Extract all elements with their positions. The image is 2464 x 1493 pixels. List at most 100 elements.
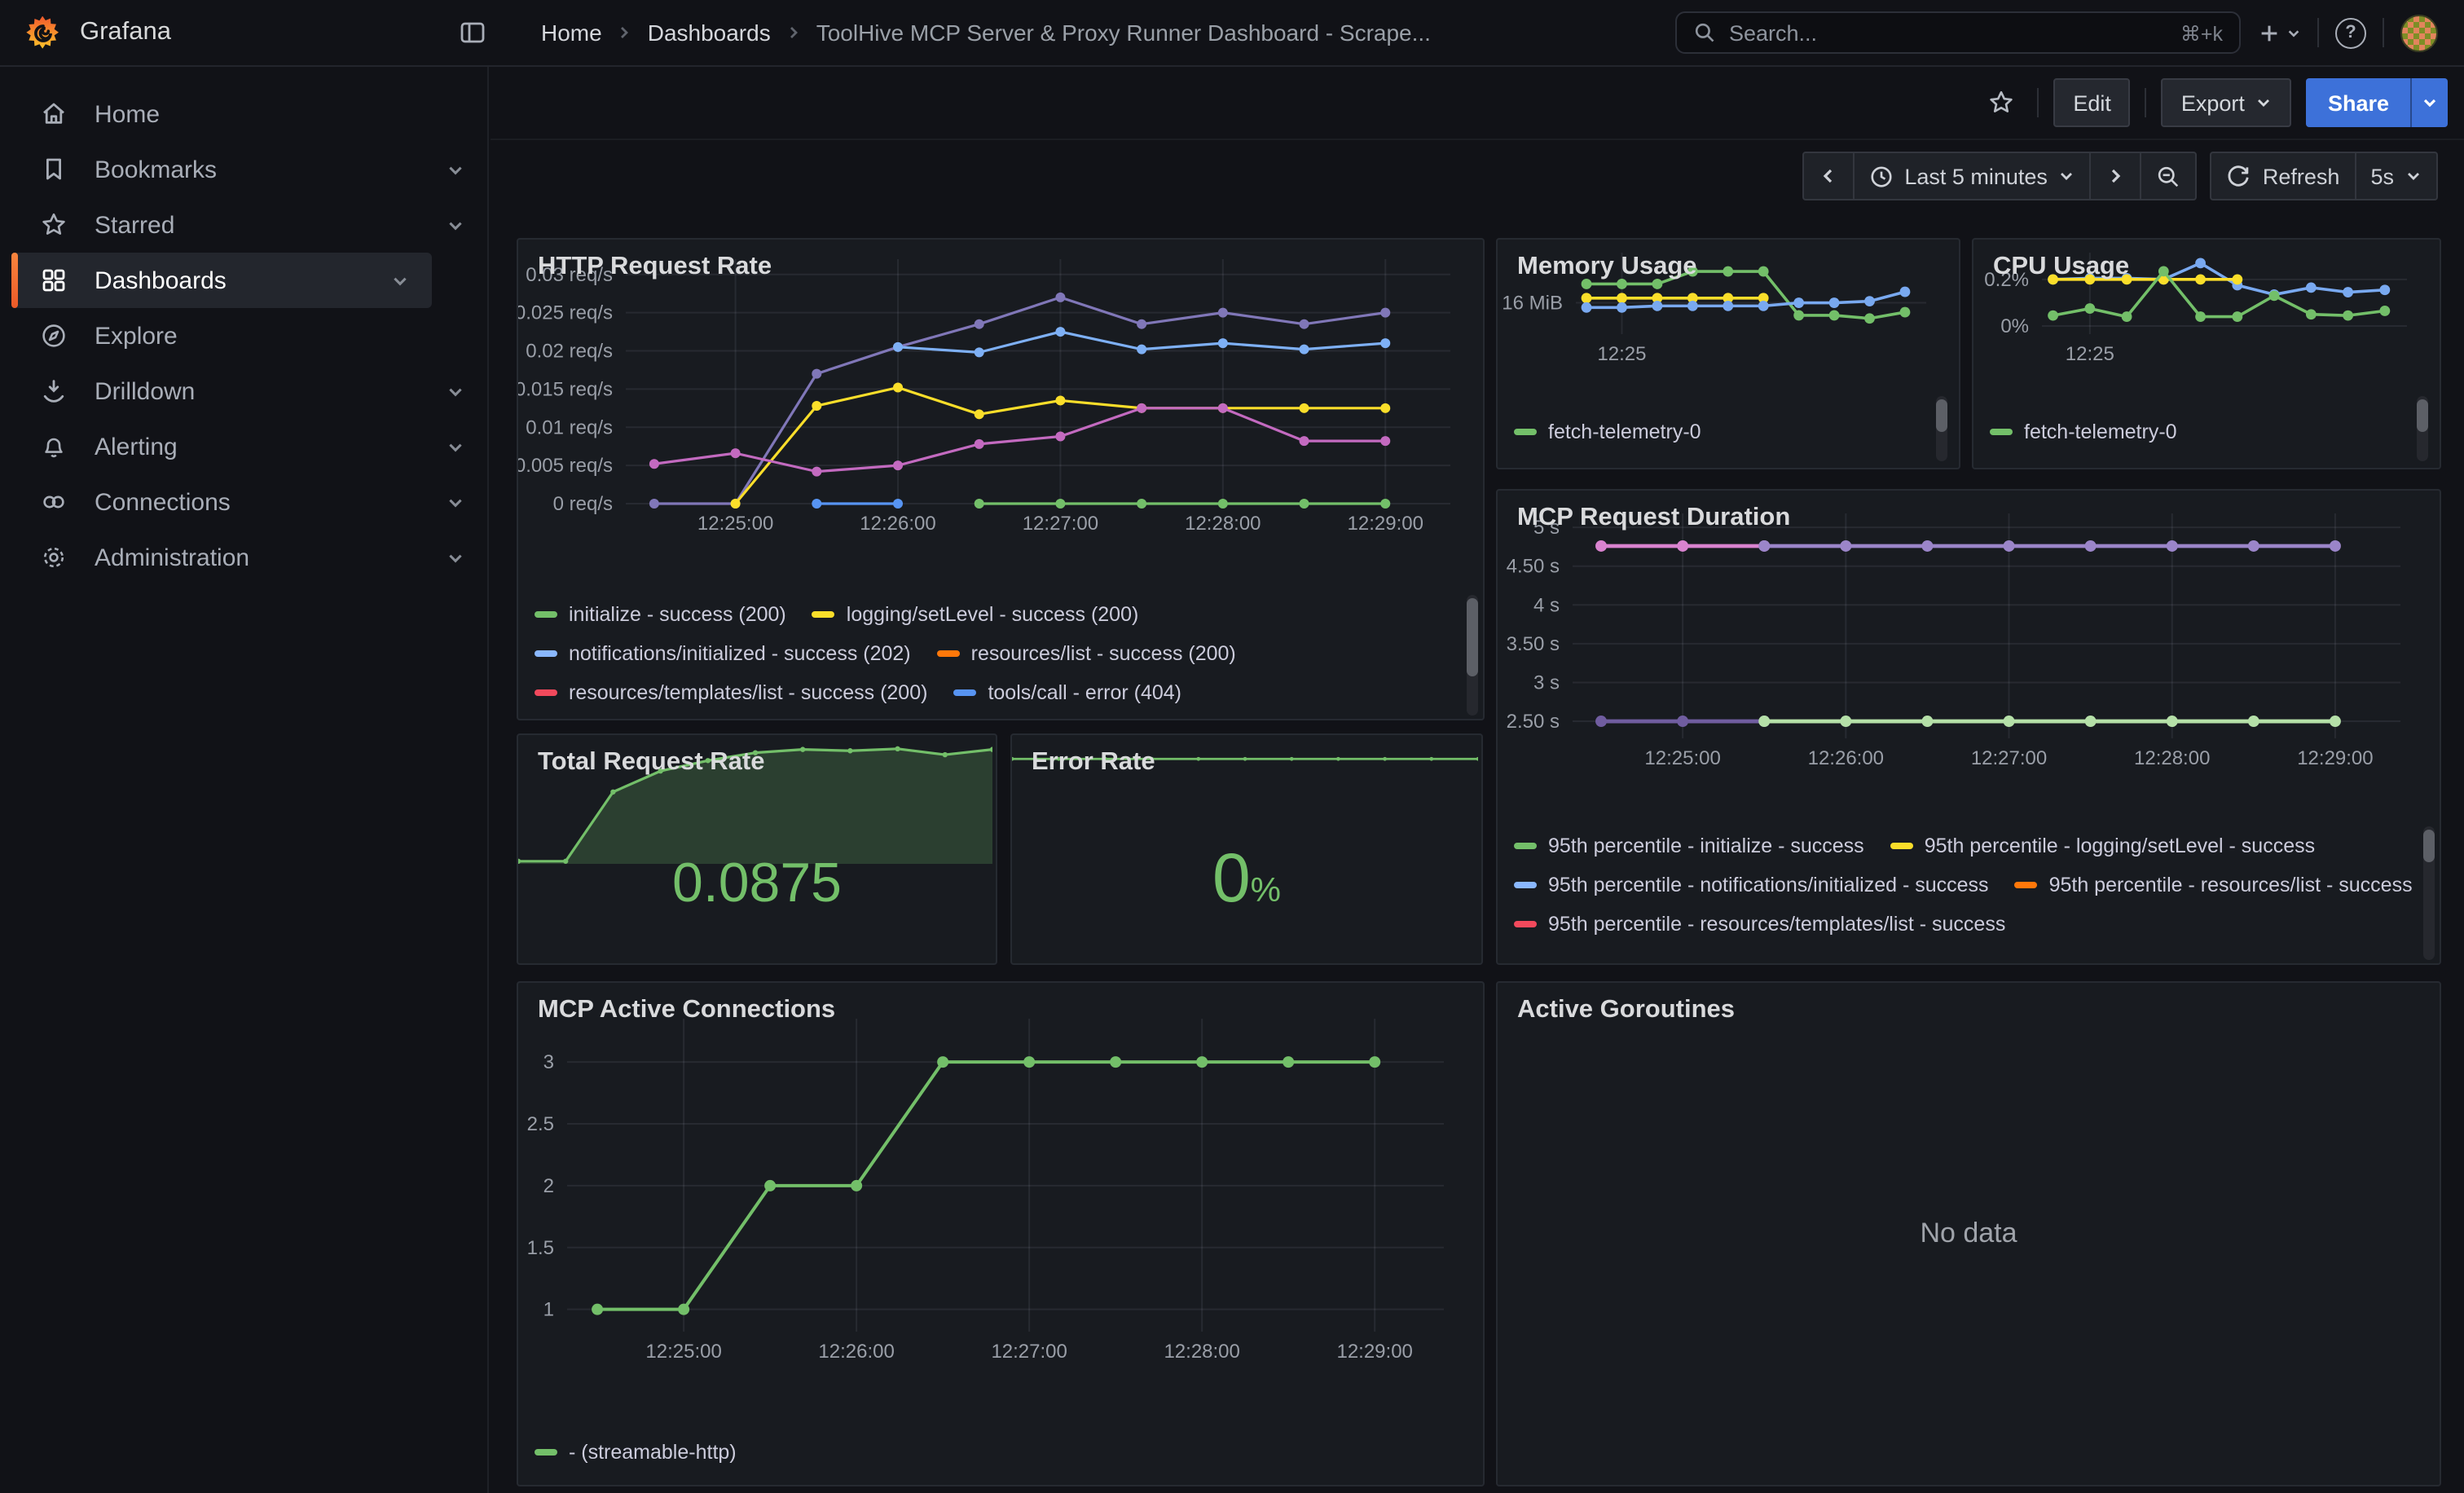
legend-item[interactable]: logging/setLevel - success (200) — [812, 595, 1139, 634]
chevron-down-icon — [2405, 168, 2422, 184]
legend-item[interactable]: 95th percentile - resources/templates/li… — [1514, 905, 2005, 944]
plus-icon — [2257, 20, 2281, 45]
legend-item[interactable]: resources/list - success (200) — [937, 634, 1236, 673]
svg-text:12:25: 12:25 — [1597, 343, 1646, 363]
favorite-star-button[interactable] — [1980, 81, 2022, 124]
legend-item[interactable]: tools/list - success (200) — [819, 712, 1071, 720]
chevron-down-icon[interactable] — [391, 271, 409, 289]
divider — [2383, 18, 2384, 47]
sidebar-item-label: Explore — [95, 322, 464, 350]
sidebar: Home Bookmarks Starred Dashboards — [0, 67, 489, 1493]
svg-text:12:29:00: 12:29:00 — [1336, 1341, 1412, 1363]
sidebar-item-administration[interactable]: Administration — [0, 530, 487, 585]
edit-button[interactable]: Edit — [2053, 78, 2131, 127]
zoom-out-button[interactable] — [2141, 152, 2198, 200]
drilldown-icon — [39, 377, 68, 406]
svg-text:12:25:00: 12:25:00 — [645, 1341, 721, 1363]
time-back-button[interactable] — [1802, 152, 1854, 200]
home-icon — [39, 99, 68, 129]
dashboard-canvas: HTTP Request Rate 12:25:0012:26:0012:27:… — [489, 220, 2464, 1493]
legend-item[interactable]: 95th percentile - notifications/initiali… — [1514, 865, 1989, 905]
user-avatar[interactable] — [2400, 14, 2438, 51]
compass-icon — [39, 321, 68, 350]
time-forward-button[interactable] — [2090, 152, 2142, 200]
sidebar-item-dashboards[interactable]: Dashboards — [11, 253, 432, 308]
sidebar-item-connections[interactable]: Connections — [0, 474, 487, 530]
chevron-down-icon[interactable] — [447, 548, 464, 566]
sidebar-item-explore[interactable]: Explore — [0, 308, 487, 363]
chevron-down-icon[interactable] — [447, 216, 464, 234]
panel-title[interactable]: Error Rate — [1032, 748, 1155, 777]
export-button[interactable]: Export — [2162, 78, 2292, 127]
no-data-message: No data — [1498, 983, 2440, 1485]
breadcrumb-current-dashboard[interactable]: ToolHive MCP Server & Proxy Runner Dashb… — [816, 20, 1431, 46]
svg-text:2: 2 — [543, 1175, 554, 1197]
legend-item[interactable]: fetch-telemetry-0 — [1990, 412, 2177, 451]
chevron-down-icon — [2059, 168, 2075, 184]
legend-item[interactable]: 95th percentile - logging/setLevel - suc… — [1890, 826, 2315, 865]
svg-text:12:27:00: 12:27:00 — [1971, 747, 2047, 769]
legend-item[interactable]: 95th percentile - initialize - success — [1514, 826, 1864, 865]
share-button[interactable]: Share — [2307, 78, 2410, 127]
chevron-down-icon[interactable] — [447, 382, 464, 400]
share-split-button: Share — [2307, 78, 2448, 127]
panel-title[interactable]: MCP Request Duration — [1517, 504, 1790, 533]
sidebar-item-bookmarks[interactable]: Bookmarks — [0, 142, 487, 197]
connections-legend: - (streamable-http) — [535, 1433, 1460, 1478]
nav-right: Search... ⌘+k ? — [1675, 11, 2438, 54]
search-input[interactable]: Search... ⌘+k — [1675, 11, 2241, 54]
legend-item[interactable]: tools/call - success (200) — [535, 712, 793, 720]
sidebar-toggle-icon[interactable] — [458, 18, 487, 47]
svg-text:4 s: 4 s — [1533, 594, 1560, 616]
legend-item[interactable]: resources/templates/list - success (200) — [535, 673, 927, 712]
legend-item[interactable]: fetch-telemetry-0 — [1514, 412, 1701, 451]
time-range-picker[interactable]: Last 5 minutes — [1852, 152, 2092, 200]
breadcrumb-home[interactable]: Home — [541, 20, 602, 46]
sidebar-item-alerting[interactable]: Alerting — [0, 419, 487, 474]
legend-scrollbar[interactable] — [1936, 396, 1947, 461]
panel-title[interactable]: Total Request Rate — [538, 748, 765, 777]
dashboard-toolbar: Edit Export Share — [491, 67, 2464, 140]
sidebar-item-drilldown[interactable]: Drilldown — [0, 363, 487, 419]
legend-scrollbar[interactable] — [1467, 595, 1478, 716]
panel-title[interactable]: MCP Active Connections — [538, 996, 835, 1025]
svg-text:2.50 s: 2.50 s — [1507, 711, 1560, 733]
legend-item[interactable]: - (streamable-http) — [535, 1433, 737, 1472]
chevron-down-icon[interactable] — [447, 161, 464, 178]
panel-title[interactable]: HTTP Request Rate — [538, 253, 772, 282]
svg-text:0.005 req/s: 0.005 req/s — [518, 455, 613, 477]
chevron-down-icon[interactable] — [447, 493, 464, 511]
add-new-button[interactable] — [2257, 20, 2301, 45]
export-label: Export — [2181, 90, 2245, 115]
breadcrumb-dashboards[interactable]: Dashboards — [648, 20, 771, 46]
http-legend: initialize - success (200) logging/setLev… — [535, 595, 1460, 720]
svg-text:0.015 req/s: 0.015 req/s — [518, 378, 613, 400]
http-request-rate-chart: 12:25:0012:26:0012:27:0012:28:0012:29:00… — [518, 240, 1460, 543]
legend-item[interactable]: unknown - success (200) — [1098, 712, 1358, 720]
sidebar-item-home[interactable]: Home — [0, 86, 487, 142]
legend-item[interactable]: 95th percentile - resources/list - succe… — [2015, 865, 2413, 905]
share-menu-button[interactable] — [2410, 78, 2448, 127]
grafana-logo-icon[interactable] — [26, 15, 60, 50]
error-rate-value: 0% — [1012, 839, 1481, 918]
sidebar-item-label: Home — [95, 100, 464, 128]
refresh-icon — [2227, 164, 2251, 188]
legend-item[interactable]: notifications/initialized - success (202… — [535, 634, 911, 673]
sidebar-item-starred[interactable]: Starred — [0, 197, 487, 253]
chevron-down-icon[interactable] — [447, 438, 464, 456]
refresh-interval-picker[interactable]: 5s — [2354, 152, 2438, 200]
svg-text:3 s: 3 s — [1533, 672, 1560, 694]
panel-title[interactable]: CPU Usage — [1993, 253, 2129, 282]
svg-text:12:27:00: 12:27:00 — [991, 1341, 1067, 1363]
panel-title[interactable]: Memory Usage — [1517, 253, 1697, 282]
chevron-right-icon — [785, 24, 802, 41]
legend-scrollbar[interactable] — [2423, 826, 2435, 960]
svg-text:3.50 s: 3.50 s — [1507, 633, 1560, 655]
legend-item[interactable]: initialize - success (200) — [535, 595, 786, 634]
svg-text:1: 1 — [543, 1299, 554, 1321]
help-icon[interactable]: ? — [2335, 17, 2366, 48]
svg-text:12:26:00: 12:26:00 — [1808, 747, 1884, 769]
legend-scrollbar[interactable] — [2417, 396, 2428, 461]
legend-item[interactable]: tools/call - error (404) — [953, 673, 1181, 712]
refresh-button[interactable]: Refresh — [2211, 152, 2356, 200]
